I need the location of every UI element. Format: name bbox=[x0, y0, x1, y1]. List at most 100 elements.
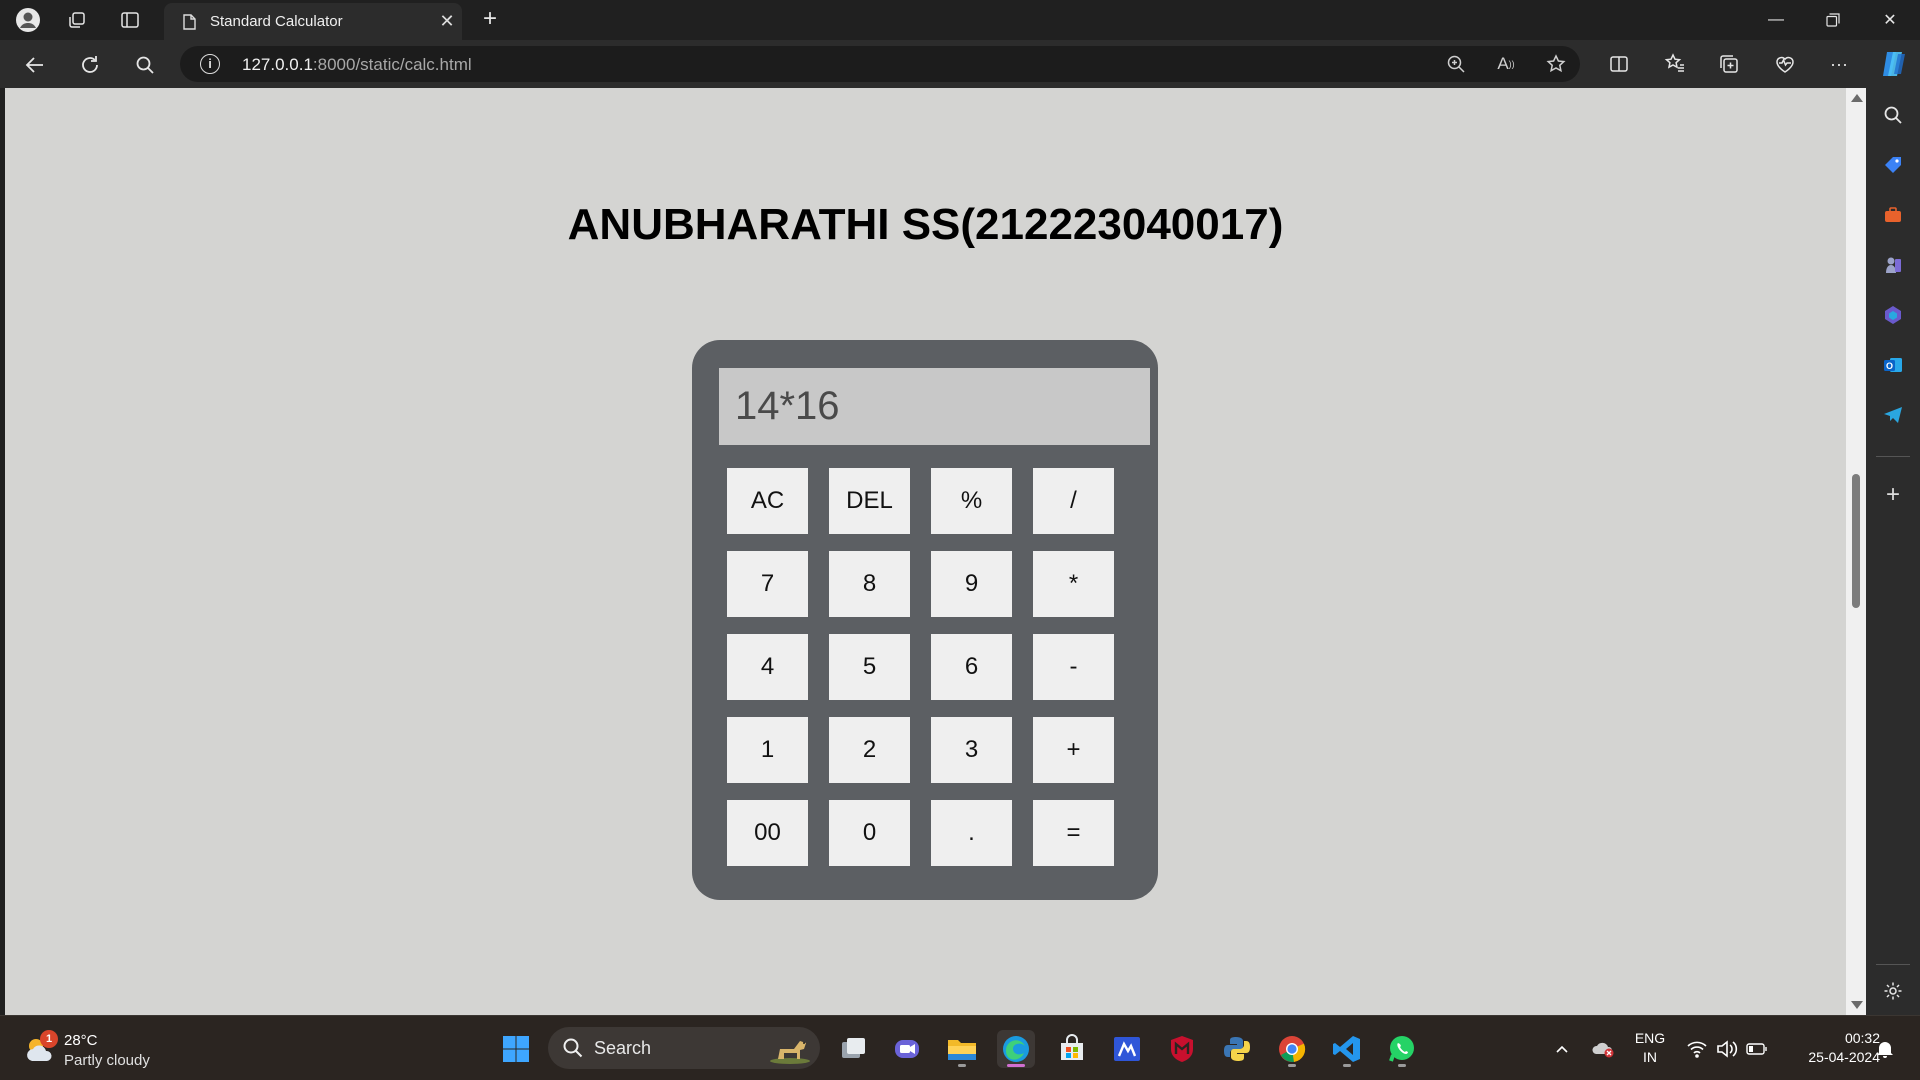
clock-time: 00:32 bbox=[1844, 1030, 1880, 1046]
back-button[interactable] bbox=[20, 50, 50, 80]
key-clear[interactable]: AC bbox=[727, 468, 808, 534]
scrollbar-thumb[interactable] bbox=[1852, 474, 1860, 608]
microsoft-365-icon[interactable] bbox=[1878, 300, 1908, 330]
file-explorer-icon[interactable] bbox=[943, 1030, 981, 1068]
vertical-scrollbar[interactable] bbox=[1846, 88, 1866, 1015]
new-tab-button[interactable]: + bbox=[476, 6, 504, 34]
zoom-icon[interactable] bbox=[1444, 52, 1468, 76]
calculator-keypad: AC DEL % / 7 8 9 * 4 5 6 - 1 2 3 + 00 0 … bbox=[727, 468, 1114, 866]
split-screen-icon[interactable] bbox=[1604, 49, 1634, 79]
sidebar-divider bbox=[1876, 456, 1910, 457]
sidebar-search-icon[interactable] bbox=[1878, 100, 1908, 130]
onedrive-error-icon[interactable] bbox=[1590, 1032, 1616, 1066]
tab-title: Standard Calculator bbox=[210, 13, 343, 30]
favorites-icon[interactable] bbox=[1660, 49, 1690, 79]
key-3[interactable]: 3 bbox=[931, 717, 1012, 783]
search-icon[interactable] bbox=[130, 50, 160, 80]
key-8[interactable]: 8 bbox=[829, 551, 910, 617]
show-hidden-icons-chevron-icon[interactable] bbox=[1552, 1032, 1572, 1066]
send-telegram-icon[interactable] bbox=[1878, 400, 1908, 430]
key-2[interactable]: 2 bbox=[829, 717, 910, 783]
key-delete[interactable]: DEL bbox=[829, 468, 910, 534]
edge-sidebar: O + bbox=[1866, 88, 1920, 1015]
wifi-icon[interactable] bbox=[1684, 1032, 1710, 1066]
profile-avatar-icon[interactable] bbox=[14, 6, 42, 34]
key-0[interactable]: 0 bbox=[829, 800, 910, 866]
mcafee-shield-icon[interactable] bbox=[1163, 1030, 1201, 1068]
chrome-icon[interactable] bbox=[1273, 1030, 1311, 1068]
microsoft-store-icon[interactable] bbox=[1053, 1030, 1091, 1068]
language-code: ENG bbox=[1634, 1030, 1666, 1046]
vscode-icon[interactable] bbox=[1328, 1030, 1366, 1068]
running-indicator bbox=[1288, 1064, 1296, 1067]
taskbar-search-icon bbox=[563, 1038, 583, 1058]
weather-badge: 1 bbox=[40, 1030, 58, 1048]
taskbar-search-label: Search bbox=[594, 1038, 652, 1058]
calculator-display[interactable]: 14*16 bbox=[719, 368, 1150, 445]
weather-condition: Partly cloudy bbox=[64, 1052, 150, 1069]
task-view-icon[interactable] bbox=[834, 1030, 872, 1068]
taskbar-search[interactable]: Search bbox=[548, 1027, 820, 1069]
settings-more-icon[interactable]: ··· bbox=[1824, 49, 1854, 79]
restore-button[interactable] bbox=[1805, 0, 1861, 40]
key-divide[interactable]: / bbox=[1033, 468, 1114, 534]
volume-icon[interactable] bbox=[1714, 1032, 1740, 1066]
windows-start-icon[interactable] bbox=[497, 1030, 535, 1068]
weather-widget[interactable]: 1 28°C Partly cloudy bbox=[20, 1030, 200, 1070]
outlook-icon[interactable]: O bbox=[1878, 350, 1908, 380]
address-bar[interactable]: i 127.0.0.1:8000/static/calc.html A)) bbox=[180, 46, 1580, 82]
battery-icon[interactable] bbox=[1744, 1032, 1770, 1066]
key-4[interactable]: 4 bbox=[727, 634, 808, 700]
input-language[interactable]: ENG IN bbox=[1620, 1029, 1680, 1067]
refresh-button[interactable] bbox=[75, 50, 105, 80]
scroll-down-arrow[interactable] bbox=[1851, 1001, 1863, 1009]
sidebar-settings-gear-icon[interactable] bbox=[1878, 976, 1908, 1006]
weather-temperature: 28°C bbox=[64, 1032, 98, 1049]
active-tab[interactable]: Standard Calculator ✕ bbox=[164, 3, 462, 40]
python-icon[interactable] bbox=[1218, 1030, 1256, 1068]
browser-title-bar: Standard Calculator ✕ + — ✕ bbox=[0, 0, 1920, 40]
key-double-zero[interactable]: 00 bbox=[727, 800, 808, 866]
key-9[interactable]: 9 bbox=[931, 551, 1012, 617]
key-7[interactable]: 7 bbox=[727, 551, 808, 617]
power-automate-icon[interactable] bbox=[1108, 1030, 1146, 1068]
add-sidebar-app-icon[interactable]: + bbox=[1878, 480, 1908, 510]
tab-close-icon[interactable]: ✕ bbox=[432, 11, 462, 32]
key-equals[interactable]: = bbox=[1033, 800, 1114, 866]
calculator: 14*16 AC DEL % / 7 8 9 * 4 5 6 - 1 2 3 +… bbox=[692, 340, 1158, 900]
games-chess-icon[interactable] bbox=[1878, 250, 1908, 280]
svg-text:O: O bbox=[1886, 361, 1893, 371]
clock-date: 25-04-2024 bbox=[1808, 1049, 1880, 1065]
workspaces-icon[interactable] bbox=[63, 6, 91, 34]
site-info-icon[interactable]: i bbox=[200, 54, 220, 74]
tools-briefcase-icon[interactable] bbox=[1878, 200, 1908, 230]
system-clock[interactable]: 00:32 25-04-2024 bbox=[1780, 1029, 1880, 1067]
key-subtract[interactable]: - bbox=[1033, 634, 1114, 700]
key-6[interactable]: 6 bbox=[931, 634, 1012, 700]
key-percent[interactable]: % bbox=[931, 468, 1012, 534]
url-text[interactable]: 127.0.0.1:8000/static/calc.html bbox=[242, 55, 472, 75]
vertical-tabs-icon[interactable] bbox=[116, 6, 144, 34]
teams-chat-icon[interactable] bbox=[888, 1030, 926, 1068]
page-icon bbox=[183, 13, 196, 30]
whatsapp-icon[interactable] bbox=[1383, 1030, 1421, 1068]
shopping-tag-icon[interactable] bbox=[1878, 150, 1908, 180]
close-window-button[interactable]: ✕ bbox=[1862, 0, 1918, 40]
edge-browser-icon[interactable] bbox=[997, 1030, 1035, 1068]
read-aloud-icon[interactable]: A)) bbox=[1494, 52, 1518, 76]
key-1[interactable]: 1 bbox=[727, 717, 808, 783]
scroll-up-arrow[interactable] bbox=[1851, 94, 1863, 102]
favorite-star-icon[interactable] bbox=[1544, 52, 1568, 76]
notifications-bell-icon[interactable] bbox=[1872, 1032, 1898, 1066]
url-host: 127.0.0.1 bbox=[242, 55, 313, 74]
keyboard-region: IN bbox=[1643, 1049, 1657, 1065]
sidebar-divider-bottom bbox=[1876, 964, 1910, 965]
key-multiply[interactable]: * bbox=[1033, 551, 1114, 617]
key-5[interactable]: 5 bbox=[829, 634, 910, 700]
key-add[interactable]: + bbox=[1033, 717, 1114, 783]
browser-essentials-icon[interactable] bbox=[1770, 49, 1800, 79]
copilot-icon[interactable] bbox=[1878, 48, 1910, 80]
minimize-button[interactable]: — bbox=[1748, 0, 1804, 40]
collections-icon[interactable] bbox=[1714, 49, 1744, 79]
key-decimal[interactable]: . bbox=[931, 800, 1012, 866]
